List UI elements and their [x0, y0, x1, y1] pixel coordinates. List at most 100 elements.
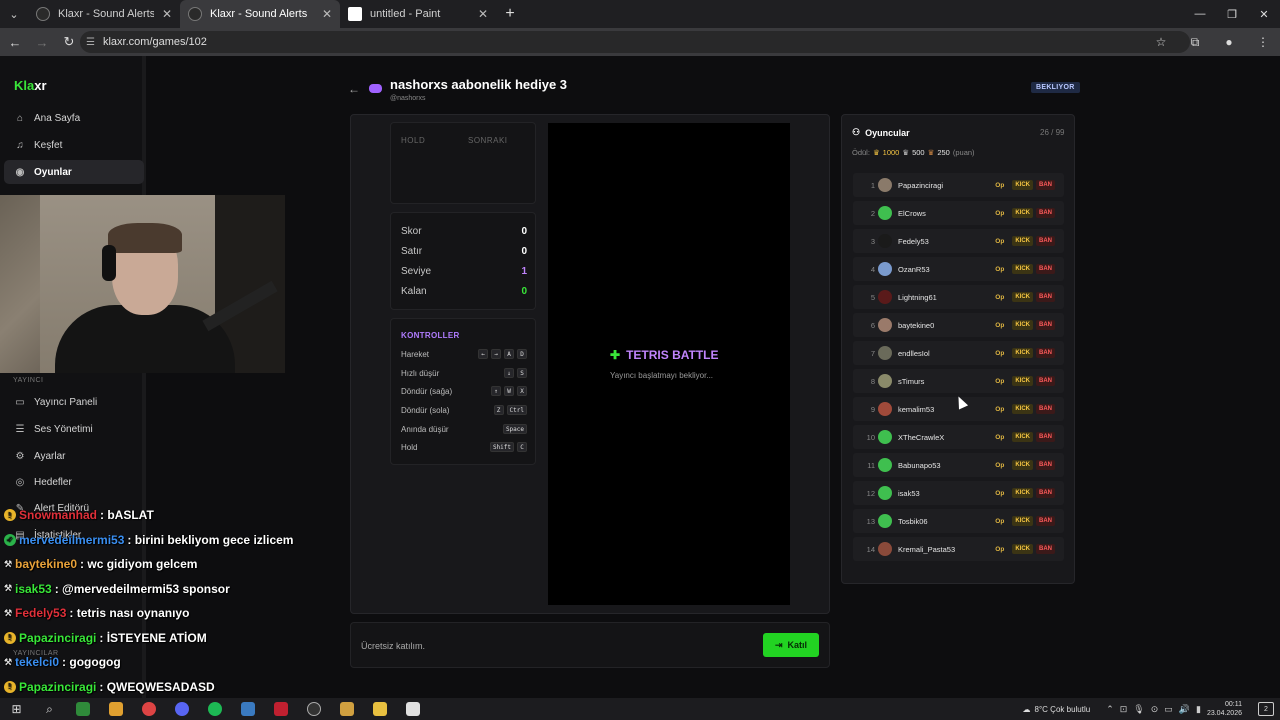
- bookmark-star-icon[interactable]: ☆: [1144, 35, 1178, 49]
- discord-icon[interactable]: [165, 698, 198, 720]
- app-icon-2[interactable]: [99, 698, 132, 720]
- op-button[interactable]: Op: [995, 182, 1004, 189]
- sidebar-item-sound-management[interactable]: ☰ Ses Yönetimi: [4, 417, 144, 441]
- weather-widget[interactable]: ☁ 8°C Çok bulutlu: [1023, 705, 1091, 714]
- op-button[interactable]: Op: [995, 350, 1004, 357]
- tray-app-icon-2[interactable]: ⊙: [1151, 704, 1159, 715]
- ban-button[interactable]: BAN: [1036, 292, 1055, 302]
- notification-icon[interactable]: 2: [1258, 702, 1274, 716]
- app-icon-3[interactable]: [231, 698, 264, 720]
- ban-button[interactable]: BAN: [1036, 180, 1055, 190]
- player-name: Fedely53: [898, 236, 929, 246]
- ban-button[interactable]: BAN: [1036, 208, 1055, 218]
- minimize-icon[interactable]: —: [1184, 0, 1216, 28]
- sidebar-item-streamer-panel[interactable]: ▭ Yayıncı Paneli: [4, 390, 144, 414]
- op-button[interactable]: Op: [995, 266, 1004, 273]
- ban-button[interactable]: BAN: [1036, 516, 1055, 526]
- ban-button[interactable]: BAN: [1036, 488, 1055, 498]
- close-window-icon[interactable]: ✕: [1248, 0, 1280, 28]
- browser-tab-2[interactable]: Klaxr - Sound Alerts ✕: [180, 0, 340, 28]
- menu-icon[interactable]: ⋮: [1246, 35, 1280, 49]
- kick-button[interactable]: KICK: [1012, 264, 1033, 274]
- op-button[interactable]: Op: [995, 378, 1004, 385]
- site-info-icon[interactable]: ☰: [86, 37, 95, 48]
- kick-button[interactable]: KICK: [1012, 292, 1033, 302]
- kick-button[interactable]: KICK: [1012, 236, 1033, 246]
- ban-button[interactable]: BAN: [1036, 404, 1055, 414]
- op-button[interactable]: Op: [995, 462, 1004, 469]
- op-button[interactable]: Op: [995, 238, 1004, 245]
- chat-message: ! Snowmanhad : bASLAT: [4, 508, 154, 522]
- paint-icon[interactable]: [396, 698, 429, 720]
- prize-third: 250: [937, 148, 950, 157]
- ban-button[interactable]: BAN: [1036, 348, 1055, 358]
- op-button[interactable]: Op: [995, 490, 1004, 497]
- kick-button[interactable]: KICK: [1012, 180, 1033, 190]
- ban-button[interactable]: BAN: [1036, 264, 1055, 274]
- join-button[interactable]: ⇥ Katıl: [763, 633, 819, 657]
- forward-icon[interactable]: →: [30, 30, 54, 54]
- browser-tab-3[interactable]: untitled - Paint ✕: [340, 0, 496, 28]
- op-button[interactable]: Op: [995, 518, 1004, 525]
- close-icon[interactable]: ✕: [162, 7, 172, 21]
- ban-button[interactable]: BAN: [1036, 460, 1055, 470]
- kick-button[interactable]: KICK: [1012, 432, 1033, 442]
- chevron-up-icon[interactable]: ⌃: [1106, 704, 1114, 715]
- volume-icon[interactable]: 🔊: [1179, 704, 1190, 715]
- kick-button[interactable]: KICK: [1012, 320, 1033, 330]
- op-button[interactable]: Op: [995, 210, 1004, 217]
- kick-button[interactable]: KICK: [1012, 208, 1033, 218]
- extensions-icon[interactable]: ⧉: [1178, 35, 1212, 50]
- windows-start-icon[interactable]: ⊞: [0, 698, 33, 720]
- op-button[interactable]: Op: [995, 294, 1004, 301]
- sidebar-item-discover[interactable]: ♫ Keşfet: [4, 133, 144, 157]
- kick-button[interactable]: KICK: [1012, 516, 1033, 526]
- kick-button[interactable]: KICK: [1012, 488, 1033, 498]
- new-tab-button[interactable]: +: [496, 5, 524, 23]
- close-icon[interactable]: ✕: [322, 7, 332, 21]
- obs-icon[interactable]: [297, 698, 330, 720]
- ban-button[interactable]: BAN: [1036, 320, 1055, 330]
- kick-button[interactable]: KICK: [1012, 460, 1033, 470]
- browser-tab-1[interactable]: Klaxr - Sound Alerts ✕: [28, 0, 180, 28]
- op-button[interactable]: Op: [995, 546, 1004, 553]
- chrome-icon[interactable]: [132, 698, 165, 720]
- back-icon[interactable]: ←: [3, 30, 27, 54]
- file-explorer-icon[interactable]: [363, 698, 396, 720]
- sidebar-item-games[interactable]: ◉ Oyunlar: [4, 160, 144, 184]
- sidebar-item-home[interactable]: ⌂ Ana Sayfa: [4, 106, 144, 130]
- app-icon-4[interactable]: [264, 698, 297, 720]
- ban-button[interactable]: BAN: [1036, 432, 1055, 442]
- player-row: 12 isak53 Op KICK BAN: [853, 481, 1064, 505]
- op-button[interactable]: Op: [995, 322, 1004, 329]
- kick-button[interactable]: KICK: [1012, 376, 1033, 386]
- ban-button[interactable]: BAN: [1036, 544, 1055, 554]
- url-field[interactable]: ☰ klaxr.com/games/102: [80, 31, 1190, 53]
- clock[interactable]: 00:11 23.04.2026: [1207, 700, 1242, 718]
- ban-button[interactable]: BAN: [1036, 236, 1055, 246]
- app-icon-1[interactable]: [66, 698, 99, 720]
- klaxr-logo[interactable]: Klaxr: [14, 78, 47, 93]
- sidebar-item-settings[interactable]: ⚙ Ayarlar: [4, 444, 144, 468]
- reload-icon[interactable]: ↻: [57, 30, 81, 54]
- microphone-icon[interactable]: 🎙: [1133, 704, 1144, 715]
- op-button[interactable]: Op: [995, 406, 1004, 413]
- kick-button[interactable]: KICK: [1012, 404, 1033, 414]
- network-icon[interactable]: ▭: [1164, 704, 1173, 715]
- back-arrow-icon[interactable]: ←: [348, 82, 360, 96]
- profile-icon[interactable]: ●: [1212, 35, 1246, 49]
- spotify-icon[interactable]: [198, 698, 231, 720]
- kick-button[interactable]: KICK: [1012, 544, 1033, 554]
- sidebar-item-goals[interactable]: ◎ Hedefler: [4, 470, 144, 494]
- kick-button[interactable]: KICK: [1012, 348, 1033, 358]
- search-icon[interactable]: ⌕: [33, 698, 66, 720]
- op-button[interactable]: Op: [995, 434, 1004, 441]
- ban-button[interactable]: BAN: [1036, 376, 1055, 386]
- tray-app-icon[interactable]: ⊡: [1120, 704, 1128, 715]
- close-icon[interactable]: ✕: [478, 7, 488, 21]
- tab-search-button[interactable]: ⌄: [0, 0, 28, 28]
- app-icon-5[interactable]: [330, 698, 363, 720]
- restore-icon[interactable]: ❐: [1216, 0, 1248, 28]
- player-row: 1 Papazinciragi Op KICK BAN: [853, 173, 1064, 197]
- battery-icon[interactable]: ▮: [1196, 704, 1201, 715]
